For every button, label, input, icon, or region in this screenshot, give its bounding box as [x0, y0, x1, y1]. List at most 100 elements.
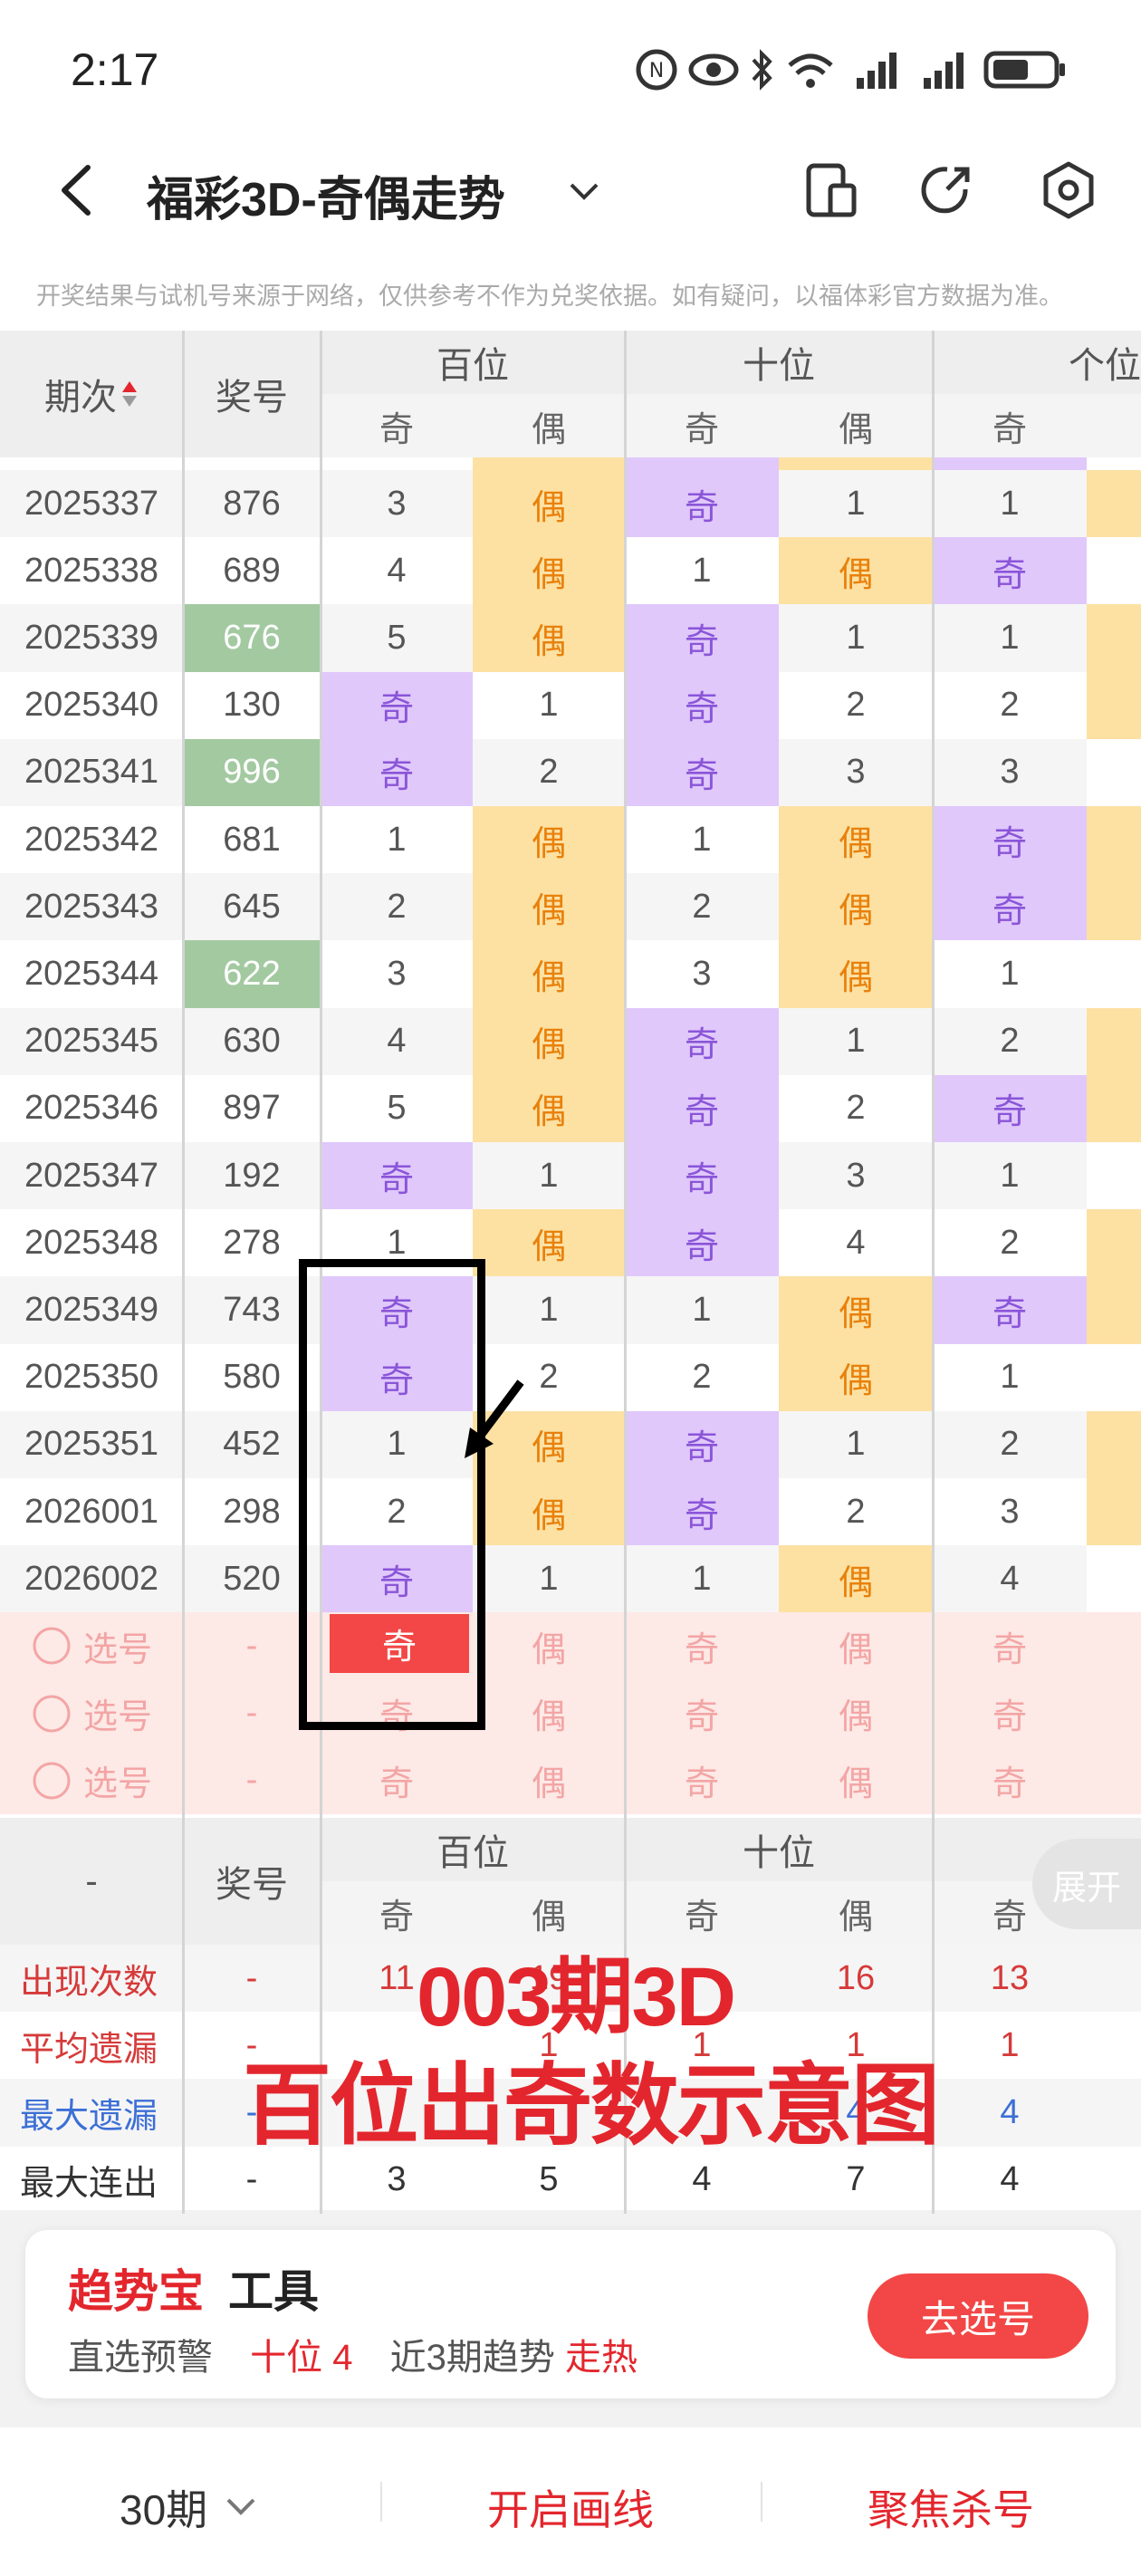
trend-cell: 1: [473, 1276, 625, 1344]
period-cell: 2026001: [24, 1492, 158, 1531]
share-icon[interactable]: [915, 159, 978, 222]
trend-cell: 1: [933, 604, 1087, 672]
select-label: 选号: [82, 1698, 152, 1737]
trend-cell: 3: [321, 470, 473, 538]
annotation-box: [299, 1259, 485, 1730]
chevron-down-icon[interactable]: [566, 172, 602, 208]
stats-subheader-even: 偶: [779, 1881, 933, 1945]
select-cell[interactable]: 偶: [779, 1680, 933, 1747]
period-cell: 2025346: [24, 1089, 158, 1128]
stats-cell: 4: [1000, 2160, 1020, 2199]
group-header-tens: 十位: [625, 331, 933, 394]
expand-button[interactable]: 展开: [1032, 1839, 1141, 1929]
trend-cell: 4: [387, 551, 407, 590]
trend-cell: 1: [1000, 954, 1020, 993]
column-divider: [182, 331, 185, 2214]
radio-icon[interactable]: [31, 1693, 72, 1735]
signal-icon: [857, 53, 896, 89]
trend-cell: 2: [1000, 1223, 1020, 1262]
period-cell: 2025350: [24, 1358, 158, 1397]
trend-cell: 2: [473, 738, 625, 806]
subheader-even: 偶: [779, 394, 933, 457]
trend-cell: 偶: [779, 806, 933, 874]
select-row-label[interactable]: 选号: [0, 1680, 183, 1747]
trend-cell: 1: [539, 686, 559, 725]
status-bar: [0, 0, 1141, 136]
go-select-button[interactable]: 去选号: [868, 2273, 1088, 2359]
trend-cell: 奇: [321, 1142, 473, 1210]
trend-cell: 2: [846, 686, 866, 725]
trend-cell: 2: [846, 1089, 866, 1128]
select-cell[interactable]: 奇: [933, 1747, 1087, 1814]
select-cell[interactable]: 偶: [473, 1680, 625, 1747]
cut-cell: [1087, 940, 1141, 1007]
group-header-hundreds: 百位: [321, 331, 625, 394]
number-cell: 897: [223, 1089, 281, 1128]
period-cell: 2025340: [24, 686, 158, 725]
select-cell[interactable]: 偶: [779, 1612, 933, 1679]
period-cell: 2025344: [24, 954, 158, 993]
trend-cell: 奇: [933, 873, 1087, 941]
subheader-even: 偶: [473, 394, 625, 457]
number-cell: 876: [183, 470, 321, 538]
period-header-label: 期次: [44, 378, 117, 418]
annotation-title: 003期3D: [417, 1951, 736, 2043]
cut-cell: [1087, 1142, 1141, 1209]
draw-lines-button[interactable]: 开启画线: [487, 2477, 654, 2537]
battery-icon: [983, 51, 1065, 89]
select-cell[interactable]: 偶: [473, 1747, 625, 1814]
cut-cell: [1087, 1074, 1141, 1142]
trend-cell: 偶: [779, 1545, 933, 1613]
trend-cell: 奇: [625, 738, 779, 806]
period-select[interactable]: 30期: [120, 2477, 207, 2537]
cut-cell: [1087, 806, 1141, 874]
select-cell[interactable]: 奇: [625, 1612, 779, 1679]
period-cell: 2025347: [0, 1142, 183, 1210]
trend-cell: 偶: [473, 1007, 625, 1075]
stats-cell: 13: [933, 1945, 1087, 2013]
page-title[interactable]: 福彩3D-奇偶走势: [147, 161, 505, 229]
focus-kill-button[interactable]: 聚焦杀号: [868, 2477, 1034, 2537]
cut-cell: [1087, 1545, 1141, 1612]
period-cell: 2025348: [24, 1223, 158, 1262]
eye-icon: [688, 53, 739, 86]
select-cell[interactable]: 偶: [779, 1747, 933, 1814]
trend-cell: 4: [846, 1223, 866, 1262]
back-arrow-icon[interactable]: [50, 159, 104, 222]
select-cell[interactable]: 奇: [321, 1747, 473, 1814]
trend-cell: 3: [933, 738, 1087, 806]
select-row-label[interactable]: 选号: [0, 1747, 183, 1814]
trend-cell: 3: [692, 954, 712, 993]
cut-cell: [1087, 1344, 1141, 1411]
period-cell: 2025338: [24, 551, 158, 590]
select-cell[interactable]: 奇: [625, 1680, 779, 1747]
trend-cell: 1: [692, 820, 712, 859]
partial-row: [321, 457, 473, 470]
stats-cut: [1087, 2012, 1141, 2079]
radio-icon[interactable]: [31, 1760, 72, 1802]
select-row-label[interactable]: 选号: [0, 1612, 183, 1679]
stats-label: 出现次数: [0, 1945, 183, 2013]
select-cell[interactable]: 奇: [625, 1747, 779, 1814]
period-cell: 2025339: [0, 604, 183, 672]
subheader-cut: [1087, 394, 1141, 457]
stats-group-tens: 十位: [625, 1818, 933, 1881]
settings-icon[interactable]: [1037, 159, 1100, 222]
select-cell[interactable]: 奇: [933, 1612, 1087, 1679]
trend-cell: 奇: [933, 1276, 1087, 1344]
trend-cell: 1: [625, 1276, 779, 1344]
signal-icon-2: [924, 53, 964, 89]
stats-cell: 1: [1000, 2025, 1020, 2064]
device-switch-icon[interactable]: [800, 159, 863, 222]
select-cell[interactable]: 奇: [933, 1680, 1087, 1747]
trend-cell: 奇: [625, 470, 779, 538]
chevron-down-icon[interactable]: [225, 2493, 257, 2520]
tool-alert-line: 直选预警 十位 4 近3期趋势 走热: [68, 2328, 638, 2380]
select-cell[interactable]: 偶: [473, 1612, 625, 1679]
period-header[interactable]: 期次: [0, 331, 183, 457]
svg-text:N: N: [649, 60, 664, 82]
trend-cell: 3: [387, 954, 407, 993]
number-cell: 689: [223, 551, 281, 590]
sort-icon[interactable]: [120, 376, 139, 412]
radio-icon[interactable]: [31, 1625, 72, 1667]
